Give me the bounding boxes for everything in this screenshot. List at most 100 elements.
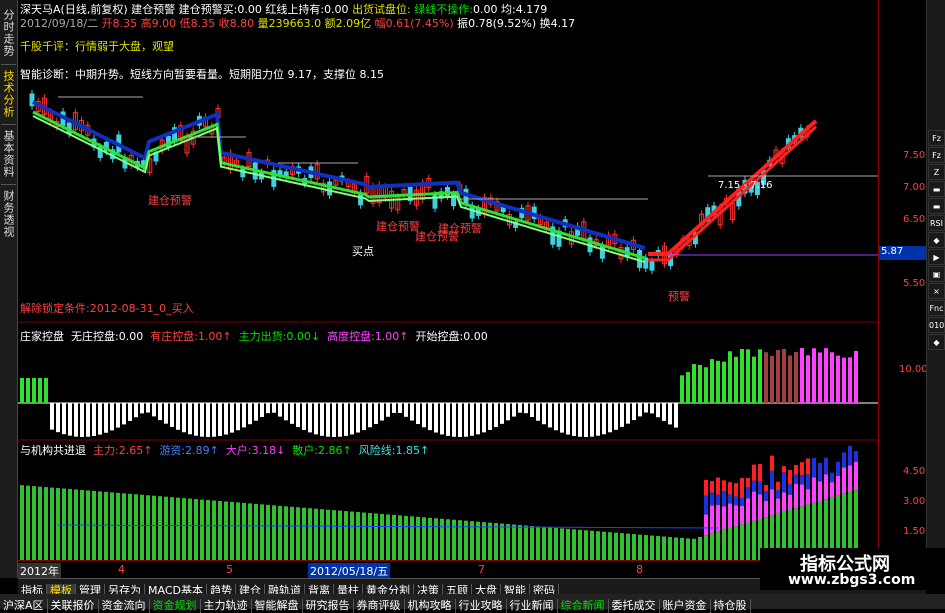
- info-tab[interactable]: 综合新闻: [558, 599, 609, 613]
- toolbar-button[interactable]: ◆: [928, 232, 945, 248]
- panel3-axis-tick: 1.50: [903, 526, 926, 537]
- stacked-bar-red: [788, 470, 792, 484]
- info-tab[interactable]: 机构攻略: [405, 599, 456, 613]
- stacked-bar-green: [590, 530, 594, 560]
- toolbar-button[interactable]: ◆: [928, 334, 945, 350]
- tab-finance[interactable]: 财务透视: [1, 184, 16, 243]
- toolbar-button[interactable]: ▬: [928, 198, 945, 214]
- stacked-bar-green: [632, 534, 636, 560]
- stacked-bar-green: [422, 517, 426, 560]
- stacked-bar-green: [734, 526, 738, 560]
- info-tab[interactable]: 沪深A区: [0, 599, 48, 613]
- stacked-bar-green: [176, 497, 180, 560]
- stacked-bar-green: [704, 535, 708, 560]
- stacked-bar-green: [680, 537, 684, 560]
- stacked-bar-magenta: [764, 500, 768, 518]
- info-tab[interactable]: 智能解盘: [252, 599, 303, 613]
- histogram-bar: [470, 403, 474, 436]
- histogram-bar: [722, 361, 726, 403]
- histogram-bar: [200, 403, 204, 437]
- stacked-bar-blue: [824, 457, 828, 475]
- histogram-bar: [644, 403, 648, 413]
- toolbar-button[interactable]: ×: [928, 283, 945, 299]
- histogram-bar: [758, 349, 762, 403]
- info-tab[interactable]: 券商评级: [354, 599, 405, 613]
- histogram-bar: [320, 403, 324, 436]
- toolbar-button[interactable]: ▣: [928, 266, 945, 282]
- stacked-bar-blue: [836, 461, 840, 476]
- toolbar-button[interactable]: ▬: [928, 181, 945, 197]
- stacked-bar-green: [158, 496, 162, 560]
- stacked-bar-green: [560, 528, 564, 560]
- stacked-bar-blue: [782, 472, 786, 493]
- stacked-bar-green: [428, 517, 432, 560]
- info-tab[interactable]: 关联报价: [48, 599, 99, 613]
- info-tab[interactable]: 研究报告: [303, 599, 354, 613]
- histogram-bar: [440, 403, 444, 435]
- histogram-bar: [128, 403, 132, 421]
- panel3-item-value: 1.85↑: [395, 444, 430, 457]
- tab-fundamentals[interactable]: 基本资料: [1, 124, 16, 183]
- histogram-bar: [410, 403, 414, 421]
- info-tab[interactable]: 委托成交: [609, 599, 660, 613]
- histogram-bar: [338, 403, 342, 437]
- panel2-item-label: 高度控盘:: [327, 330, 375, 343]
- stacked-bar-red: [758, 463, 762, 482]
- info-tab[interactable]: 主力轨迹: [201, 599, 252, 613]
- candle-body: [599, 245, 605, 259]
- stacked-bar-green: [104, 491, 108, 560]
- panel2-header: 庄家控盘 无庄控盘:0.00 有庄控盘:1.00↑ 主力出货:0.00↓ 高度控…: [20, 328, 488, 344]
- tab-technical[interactable]: 技术分析: [1, 64, 16, 123]
- stacked-bar-blue: [716, 494, 720, 505]
- stacked-bar-blue: [746, 487, 750, 499]
- toolbar-button[interactable]: Fz: [928, 130, 945, 146]
- info-tab[interactable]: 账户资金: [660, 599, 711, 613]
- toolbar-button[interactable]: ▶: [928, 249, 945, 265]
- histogram-bar: [308, 403, 312, 433]
- info-tab[interactable]: 资金流向: [99, 599, 150, 613]
- stacked-bar-magenta: [746, 498, 750, 523]
- quote-amount: 额2.09亿: [324, 17, 372, 30]
- histogram-bar: [254, 403, 258, 421]
- annotation-price-range: 7.15 - 7.16: [718, 180, 773, 191]
- info-tab[interactable]: 持仓股: [711, 599, 751, 613]
- stacked-bar-blue: [848, 445, 852, 466]
- stacked-bar-green: [740, 524, 744, 560]
- watermark: 指标公式网 www.zbgs3.com: [760, 548, 945, 590]
- toolbar-button[interactable]: Fnc: [928, 300, 945, 316]
- chart-area[interactable]: 深天马A(日线,前复权) 建仓预警 建仓预警买:0.00 红线上持有:0.00 …: [18, 0, 878, 560]
- stacked-bar-green: [254, 503, 258, 560]
- info-tab[interactable]: 行业攻略: [456, 599, 507, 613]
- stacked-bar-red: [794, 465, 798, 475]
- info-tab[interactable]: 行业新闻: [507, 599, 558, 613]
- histogram-bar: [134, 403, 138, 418]
- stacked-bar-green: [122, 493, 126, 560]
- histogram-bar: [110, 403, 114, 431]
- histogram-bar: [542, 403, 546, 425]
- histogram-bar: [734, 356, 738, 403]
- stacked-bar-green: [554, 527, 558, 560]
- toolbar-button[interactable]: Z: [928, 164, 945, 180]
- histogram-bar: [158, 403, 162, 421]
- stacked-bar-green: [722, 529, 726, 560]
- stacked-bar-green: [524, 525, 528, 560]
- histogram-bar: [710, 359, 714, 403]
- toolbar-button[interactable]: 010: [928, 317, 945, 333]
- info-tab[interactable]: 资金规划: [150, 599, 201, 613]
- stacked-bar-blue: [776, 490, 780, 499]
- stacked-bar-magenta: [722, 506, 726, 530]
- stacked-bar-green: [314, 508, 318, 560]
- toolbar-button[interactable]: Fz: [928, 147, 945, 163]
- histogram-bar: [620, 403, 624, 427]
- stacked-bar-green: [536, 526, 540, 560]
- stacked-bar-green: [296, 507, 300, 560]
- chart-canvas[interactable]: [18, 0, 878, 560]
- toolbar-button[interactable]: RSI: [928, 215, 945, 231]
- histogram-bar: [296, 403, 300, 428]
- annotation-buy-point: 买点: [352, 245, 374, 258]
- time-cursor-label: 2012/05/18/五: [308, 563, 391, 579]
- tab-intraday[interactable]: 分时走势: [1, 4, 16, 62]
- stacked-bar-green: [230, 501, 234, 560]
- stacked-bar-green: [182, 498, 186, 560]
- stacked-bar-magenta: [842, 467, 846, 494]
